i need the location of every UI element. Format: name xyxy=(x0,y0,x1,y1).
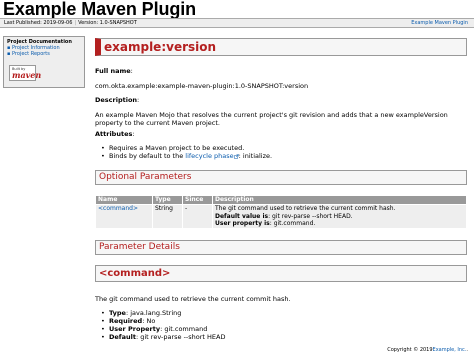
param-type: String xyxy=(152,204,183,229)
footer-copyright: Copyright © 2019Example, Inc.. xyxy=(387,347,468,353)
attributes-list: Requires a Maven project to be executed.… xyxy=(95,144,467,160)
command-param-link[interactable]: <command> xyxy=(98,205,138,212)
param-description: The git command used to retrieve the cur… xyxy=(212,204,467,229)
table-row: <command> String - The git command used … xyxy=(95,204,467,229)
full-name-value: com.okta.example:example-maven-plugin:1.… xyxy=(95,82,309,90)
bullet-icon: ▪ xyxy=(7,51,11,57)
breadcrumb-project-link[interactable]: Example Maven Plugin xyxy=(411,19,468,28)
column-header-description: Description xyxy=(212,195,467,205)
parameter-details-heading: Parameter Details xyxy=(95,240,467,255)
lifecycle-phase-link[interactable]: lifecycle phase xyxy=(185,152,233,160)
list-item: Default: git rev-parse --short HEAD xyxy=(95,333,467,341)
command-heading: <command> xyxy=(95,265,467,282)
column-header-type: Type xyxy=(152,195,183,205)
version-info: Version: 1.0-SNAPSHOT xyxy=(78,20,137,26)
sidebar-item-project-reports[interactable]: ▪ Project Reports xyxy=(7,51,84,57)
attributes-label-row: Attributes: xyxy=(95,130,135,138)
publish-info: Last Published: 2019-09-06 | Version: 1.0-… xyxy=(4,19,137,28)
column-header-name: Name xyxy=(95,195,153,205)
sidebar-title: Project Documentation xyxy=(7,39,72,45)
breadcrumb-bar: Last Published: 2019-09-06 | Version: 1.0-… xyxy=(0,18,474,28)
description-label-row: Description: xyxy=(95,96,140,104)
description-text: An example Maven Mojo that resolves the … xyxy=(95,111,448,127)
param-since: - xyxy=(182,204,213,229)
table-header-row: Name Type Since Description xyxy=(95,195,467,205)
list-item: Type: java.lang.String xyxy=(95,309,467,317)
footer-org-link[interactable]: Example, Inc. xyxy=(433,347,467,353)
optional-parameters-table: Name Type Since Description <command> St… xyxy=(95,195,467,229)
last-published: Last Published: 2019-09-06 xyxy=(4,20,73,26)
sidebar-nav: Project Documentation ▪ Project Informati… xyxy=(3,36,85,88)
list-item: User Property: git.command xyxy=(95,325,467,333)
optional-parameters-heading: Optional Parameters xyxy=(95,170,467,185)
page-title: example:version xyxy=(95,38,467,56)
list-item: Requires a Maven project to be executed. xyxy=(95,144,467,152)
list-item: Required: No xyxy=(95,317,467,325)
site-banner-title: Example Maven Plugin xyxy=(3,0,197,19)
command-properties-list: Type: java.lang.String Required: No User… xyxy=(95,309,467,341)
column-header-since: Since xyxy=(182,195,213,205)
list-item: Binds by default to the lifecycle phase:… xyxy=(95,152,467,160)
command-description: The git command used to retrieve the cur… xyxy=(95,295,291,303)
built-by-maven-logo[interactable]: Built by maven xyxy=(9,65,41,81)
full-name-label-row: Full name: xyxy=(95,67,133,75)
